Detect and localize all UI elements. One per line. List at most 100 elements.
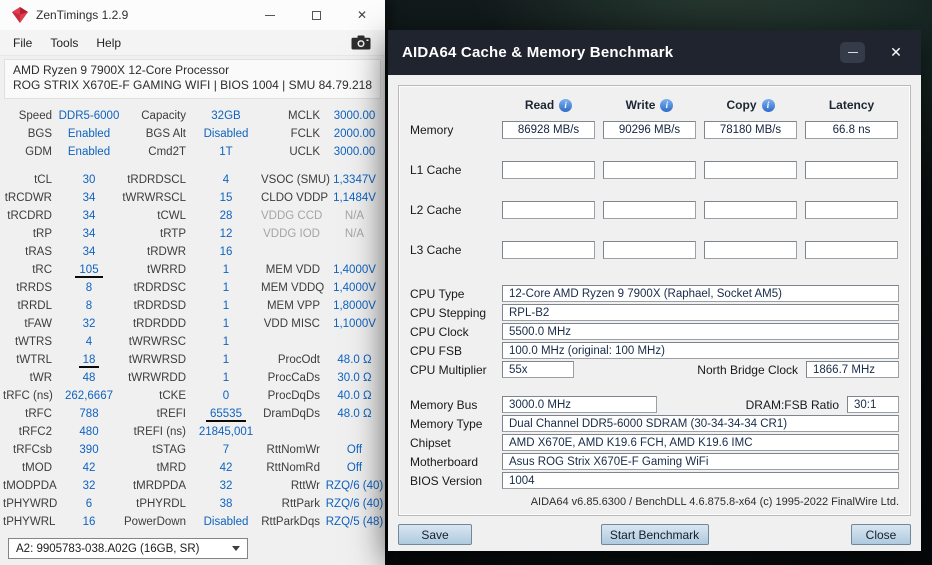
timing-value: 48.0 Ω [325, 351, 384, 369]
menu-tools[interactable]: Tools [41, 32, 87, 54]
bench-column-header: Copy i [704, 97, 797, 113]
timing-value-text: 48.0 Ω [337, 354, 372, 366]
timing-value-text: 788 [79, 408, 99, 420]
timing-value: Disabled [191, 513, 261, 531]
info-value-box: 30:1 [847, 396, 899, 413]
screenshot-button[interactable] [351, 35, 371, 50]
info-value-box: 5500.0 MHz [502, 323, 899, 340]
info-label: BIOS Version [410, 473, 483, 488]
timing-value-text: 480 [79, 426, 99, 438]
info-icon[interactable]: i [559, 98, 573, 112]
timing-label: RttWr [290, 480, 320, 492]
close-dialog-button[interactable]: Close [851, 524, 911, 545]
timing-value: 15 [191, 189, 261, 207]
minimize-icon [847, 52, 858, 53]
info-row: CPU Type 12-Core AMD Ryzen 9 7900X (Rapha… [410, 285, 899, 302]
timing-label: tWRWRSCL [122, 192, 186, 204]
meminfo-value: Disabled [191, 125, 261, 143]
timing-label [261, 423, 325, 441]
system-info-panel: AMD Ryzen 9 7900X 12-Core Processor ROG … [4, 59, 381, 99]
timing-value-text: N/A [344, 228, 365, 240]
timing-value-text: 65535 [206, 408, 246, 422]
timing-label: tREFI [156, 408, 186, 420]
bench-column-label: Latency [828, 98, 875, 112]
bench-result-box [805, 241, 898, 259]
timing-value-text: 12 [219, 228, 233, 240]
timing-label: tCL [34, 174, 52, 186]
meminfo-value-text: 3000.00 [333, 110, 376, 122]
menu-file[interactable]: File [4, 32, 41, 54]
timing-value: 4 [191, 171, 261, 189]
timing-label: tMODPDA [3, 480, 57, 492]
timing-value: 1 [191, 351, 261, 369]
benchmark-results: Memory 86928 MB/s 90296 MB/s 78180 MB/s 66.8… [410, 121, 899, 259]
timing-value: 480 [57, 423, 121, 441]
info-value-box: Dual Channel DDR5-6000 SDRAM (30-34-34-3… [502, 415, 899, 432]
timing-label: MEM VDD [265, 264, 320, 276]
timing-value: 30.0 Ω [325, 369, 384, 387]
info-label: CPU FSB [410, 343, 463, 358]
timing-value: 34 [57, 207, 121, 225]
start-benchmark-button[interactable]: Start Benchmark [600, 524, 709, 545]
timing-label: MEM VDDQ [261, 282, 325, 294]
info-icon[interactable]: i [660, 98, 674, 112]
aida64-window: AIDA64 Cache & Memory Benchmark ✕ Read i W… [388, 30, 921, 551]
timing-value: 16 [57, 513, 121, 531]
info-value-box: 100.0 MHz (original: 100 MHz) [502, 342, 899, 359]
aida64-titlebar[interactable]: AIDA64 Cache & Memory Benchmark ✕ [388, 30, 921, 75]
meminfo-label: Cmd2T [148, 146, 186, 158]
timing-value: 42 [191, 459, 261, 477]
save-button[interactable]: Save [398, 524, 472, 545]
timing-value: 262,6667 [57, 387, 121, 405]
timing-label: tRFCsb [13, 444, 52, 456]
info-label: CPU Stepping [410, 305, 487, 320]
timing-label: DramDqDs [263, 408, 320, 420]
zentimings-titlebar[interactable]: ZenTimings 1.2.9 ✕ [0, 0, 385, 30]
timing-label: VDDG CCD [261, 210, 323, 222]
timing-value-text: 1 [222, 336, 230, 348]
minimize-button[interactable] [840, 42, 865, 63]
meminfo-value-text: Enabled [67, 146, 111, 158]
timing-value-text: 28 [219, 210, 233, 222]
bench-result-box [603, 201, 696, 219]
close-button[interactable]: ✕ [353, 6, 371, 24]
timing-label: tRDRDSD [133, 300, 186, 312]
meminfo-value-text: 32GB [211, 110, 241, 122]
timing-value: 1 [191, 315, 261, 333]
info-icon[interactable]: i [761, 98, 775, 112]
info-value-box: 12-Core AMD Ryzen 9 7900X (Raphael, Sock… [502, 285, 899, 302]
menu-help[interactable]: Help [87, 32, 130, 54]
window-controls: ✕ [261, 6, 373, 24]
timing-value [325, 423, 384, 441]
timing-value-text: 4 [85, 336, 93, 348]
timing-label: tRDRDDD [132, 318, 186, 330]
timing-value: RZQ/6 (40) [325, 495, 384, 513]
info-label: CPU Type [410, 286, 465, 301]
bench-result-box [704, 241, 797, 259]
timing-value-text: 1 [222, 282, 230, 294]
dimm-selector[interactable]: A2: 9905783-038.A02G (16GB, SR) [8, 538, 248, 559]
minimize-button[interactable] [261, 6, 279, 24]
meminfo-value-text: 1T [219, 146, 233, 158]
timing-value-text: 40.0 Ω [337, 390, 372, 402]
timing-value: 1 [191, 297, 261, 315]
timing-value [325, 243, 384, 261]
timing-value: 7 [191, 441, 261, 459]
bench-column-header: Write i [603, 97, 696, 113]
info-row: BIOS Version 1004 [410, 472, 899, 489]
close-button[interactable]: ✕ [885, 42, 907, 63]
bench-result-box [704, 161, 797, 179]
maximize-button[interactable] [307, 6, 325, 24]
timing-value-text: 8 [85, 282, 93, 294]
timing-label: tRFC [25, 408, 52, 420]
timing-value: 1,8000V [325, 297, 384, 315]
info-row: CPU FSB 100.0 MHz (original: 100 MHz) [410, 342, 899, 359]
timing-value-text: 34 [82, 246, 96, 258]
timing-label: PowerDown [124, 516, 186, 528]
timing-value: 1,1000V [325, 315, 384, 333]
timing-value-text: 6 [85, 498, 93, 510]
info-value-box: 1866.7 MHz [806, 361, 899, 378]
bench-result-box: 66.8 ns [805, 121, 898, 139]
timing-value-text: RZQ/6 (40) [325, 498, 384, 510]
bench-row: L2 Cache [410, 201, 899, 219]
